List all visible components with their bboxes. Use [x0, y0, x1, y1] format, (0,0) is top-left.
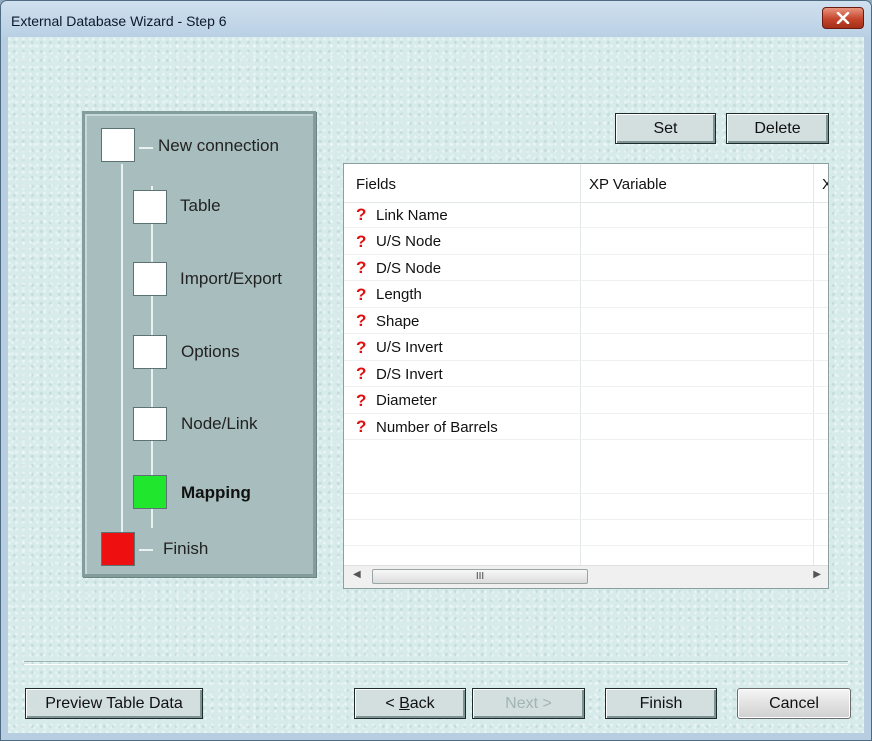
- table-row[interactable]: ? Length: [344, 282, 828, 308]
- table-row[interactable]: ? U/S Node: [344, 229, 828, 255]
- preview-table-data-button[interactable]: Preview Table Data: [25, 688, 203, 719]
- close-button[interactable]: [822, 7, 864, 29]
- tree-line: [139, 147, 153, 149]
- title-bar: External Database Wizard - Step 6: [1, 1, 871, 37]
- step-panel: New connection Table Import/Export Optio…: [82, 111, 316, 577]
- preview-table-data-label: Preview Table Data: [45, 694, 183, 712]
- scrollbar-thumb[interactable]: III: [372, 569, 588, 584]
- field-cell: ? U/S Invert: [356, 338, 443, 358]
- step-label-table: Table: [180, 196, 221, 215]
- horizontal-scrollbar[interactable]: ◀ III ▶: [344, 565, 828, 588]
- empty-row: [344, 520, 828, 546]
- step-box-options: [133, 335, 167, 369]
- step-box-import-export: [133, 262, 167, 296]
- question-mark-icon: ?: [356, 390, 367, 410]
- wizard-window: External Database Wizard - Step 6 New co…: [0, 0, 872, 741]
- scroll-right-arrow-icon[interactable]: ▶: [813, 569, 821, 580]
- table-row[interactable]: ? U/S Invert: [344, 335, 828, 361]
- tree-line: [121, 164, 123, 559]
- footer-divider: [24, 661, 848, 665]
- next-button[interactable]: Next >: [472, 688, 585, 719]
- question-mark-icon: ?: [356, 258, 367, 277]
- mapping-grid[interactable]: Fields XP Variable X ? Link Name? U/S Node…: [343, 163, 829, 589]
- field-name: Link Name: [376, 206, 448, 224]
- delete-button[interactable]: Delete: [726, 113, 829, 144]
- step-box-mapping: [133, 475, 167, 509]
- step-label-finish: Finish: [163, 539, 209, 558]
- question-mark-icon: ?: [356, 417, 367, 436]
- column-header-fields[interactable]: Fields: [356, 176, 396, 193]
- table-row[interactable]: ? D/S Node: [344, 255, 828, 281]
- field-cell: ? Number of Barrels: [356, 417, 498, 437]
- step-box-node-link: [133, 407, 167, 441]
- field-name: D/S Node: [376, 259, 442, 277]
- step-label-node-link: Node/Link: [181, 414, 258, 433]
- question-mark-icon: ?: [356, 205, 367, 224]
- empty-row: [344, 468, 828, 494]
- field-cell: ? Length: [356, 285, 422, 305]
- delete-button-label: Delete: [754, 119, 801, 137]
- grid-header: Fields XP Variable X: [344, 164, 828, 203]
- field-cell: ? D/S Node: [356, 258, 441, 278]
- tree-line: [139, 549, 153, 551]
- close-icon: [836, 12, 850, 24]
- window-title: External Database Wizard - Step 6: [11, 13, 227, 29]
- back-button[interactable]: < Back: [354, 688, 466, 719]
- step-label-options: Options: [181, 342, 240, 361]
- table-row[interactable]: ? Number of Barrels: [344, 414, 828, 440]
- field-cell: ? D/S Invert: [356, 364, 443, 384]
- step-box-new-connection: [101, 128, 135, 162]
- field-name: Number of Barrels: [376, 418, 498, 436]
- finish-button-label: Finish: [639, 694, 683, 712]
- step-label-import-export: Import/Export: [180, 269, 283, 288]
- finish-button[interactable]: Finish: [605, 688, 717, 719]
- question-mark-icon: ?: [356, 284, 367, 304]
- question-mark-icon: ?: [356, 231, 367, 251]
- scroll-left-arrow-icon[interactable]: ◀: [353, 569, 361, 580]
- table-row[interactable]: ? Shape: [344, 308, 828, 334]
- question-mark-icon: ?: [356, 337, 367, 357]
- field-cell: ? Link Name: [356, 205, 448, 225]
- wizard-body: New connection Table Import/Export Optio…: [8, 37, 864, 733]
- step-label-new-connection: New connection: [158, 136, 279, 155]
- question-mark-icon: ?: [356, 311, 367, 330]
- field-name: U/S Invert: [376, 339, 443, 356]
- field-cell: ? U/S Node: [356, 232, 441, 252]
- empty-row: [344, 494, 828, 520]
- column-header-xp-variable[interactable]: XP Variable: [589, 176, 667, 193]
- back-button-label: < Back: [385, 694, 435, 712]
- field-name: Diameter: [376, 392, 437, 409]
- cancel-button-label: Cancel: [769, 694, 819, 712]
- step-box-table: [133, 190, 167, 224]
- field-name: Length: [376, 286, 422, 303]
- field-cell: ? Shape: [356, 311, 419, 331]
- field-cell: ? Diameter: [356, 391, 437, 411]
- next-button-label: Next >: [505, 694, 552, 712]
- column-header-truncated[interactable]: X: [822, 176, 828, 193]
- question-mark-icon: ?: [356, 364, 367, 383]
- table-row[interactable]: ? D/S Invert: [344, 361, 828, 387]
- field-name: U/S Node: [376, 233, 442, 250]
- scrollbar-grip: III: [475, 571, 485, 582]
- set-button[interactable]: Set: [615, 113, 716, 144]
- step-label-mapping: Mapping: [181, 483, 251, 502]
- field-name: D/S Invert: [376, 365, 443, 383]
- field-name: Shape: [376, 312, 420, 330]
- table-row[interactable]: ? Diameter: [344, 388, 828, 414]
- table-row[interactable]: ? Link Name: [344, 202, 828, 228]
- step-box-finish: [101, 532, 135, 566]
- set-button-label: Set: [653, 119, 678, 137]
- cancel-button[interactable]: Cancel: [737, 688, 851, 719]
